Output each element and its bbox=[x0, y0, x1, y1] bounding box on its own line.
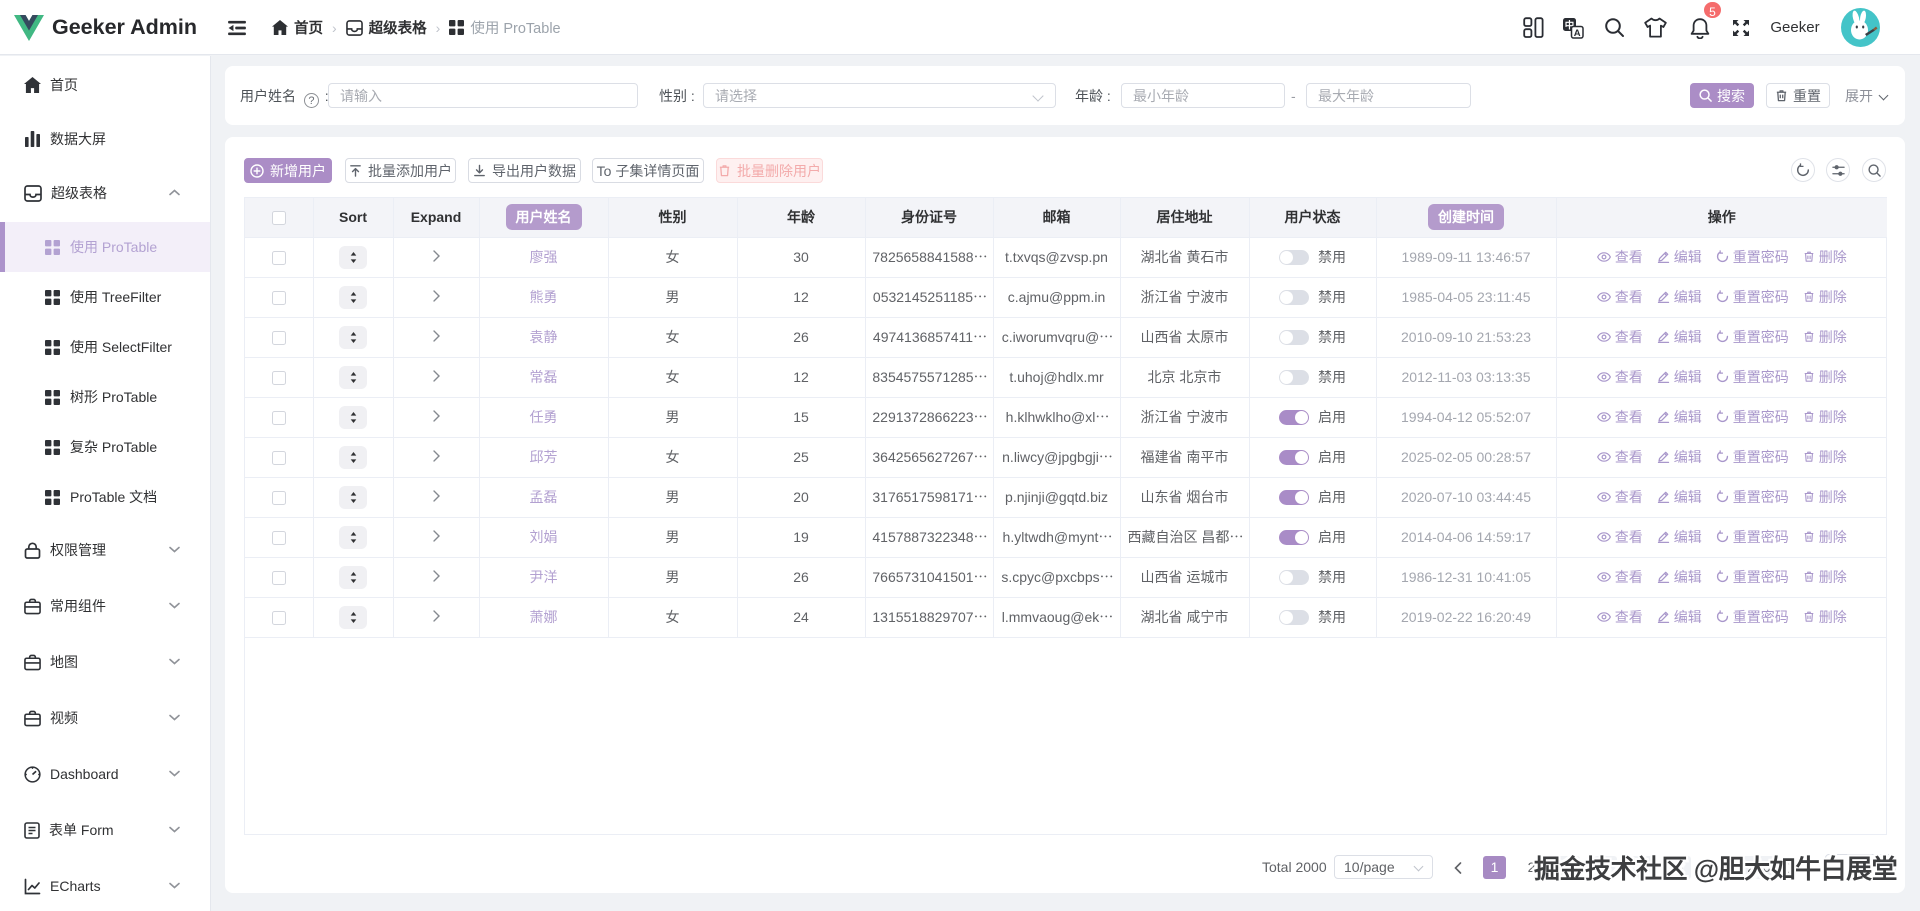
svg-text:A: A bbox=[1574, 27, 1581, 38]
